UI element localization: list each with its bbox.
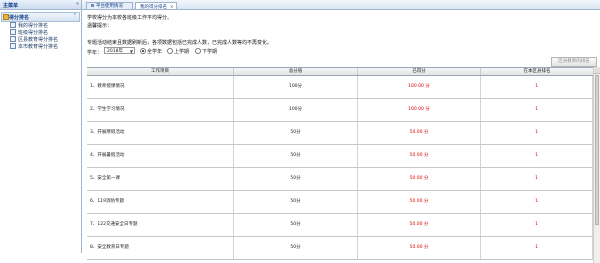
column-header-got[interactable]: 已得分 [358, 68, 481, 75]
cell-rank: 1 [481, 237, 593, 259]
radio-unchecked-icon [167, 48, 173, 54]
cell-rank: 1 [481, 99, 593, 121]
table-row[interactable]: 6、119消防专题 50分 50.00 分 1 [87, 191, 593, 214]
cell-total: 50分 [234, 237, 358, 259]
cell-got: 50.00 分 [358, 214, 481, 236]
main-menu-header: 主菜单 « [0, 0, 81, 10]
table-row[interactable]: 8、安全教育日专题 50分 50.00 分 1 [87, 237, 593, 260]
sidebar-item-city-ranking[interactable]: 本市教育得分排名 [4, 43, 58, 50]
section-toggle-icon[interactable]: ⌃ [73, 13, 77, 19]
close-icon[interactable]: ✕ [170, 4, 173, 9]
column-header-rank[interactable]: 在本区县排名 [481, 68, 593, 75]
cell-item: 7、122交通安全日专题 [87, 214, 234, 236]
cell-rank: 1 [481, 76, 593, 98]
cell-got: 50.00 分 [358, 122, 481, 144]
tab-bar: 平台使用情况 我的得分排名 ✕ [82, 0, 600, 10]
cell-total: 100分 [234, 76, 358, 98]
score-table: 工作项目 总分值 已得分 在本区县排名 1、教师授课情况 100分 100.00… [87, 67, 593, 260]
sidebar-item-class-ranking[interactable]: 班级得分排名 [4, 29, 58, 36]
table-row[interactable]: 2、学生学习情况 100分 100.00 分 1 [87, 99, 593, 122]
cell-rank: 1 [481, 145, 593, 167]
table-row[interactable]: 3、开展寒假活动 50分 50.00 分 1 [87, 122, 593, 145]
left-panel: 主菜单 « 得分排名 ⌃ 我的得分排名 班级得分排名 区县教育得分排名 本市教育… [0, 0, 82, 253]
tab-label: 平台使用情况 [96, 4, 123, 9]
scroll-up-icon[interactable] [594, 67, 600, 74]
radio-label: 上学期 [174, 49, 190, 55]
sidebar-item-label: 本市教育得分排名 [18, 44, 59, 50]
tab-platform-usage[interactable]: 平台使用情况 [86, 2, 133, 9]
term-label: 学年： [87, 50, 103, 56]
main-content: 学校得分为本校各班级工作平均得分。 温馨提示： 专题活动结束且数据刷新后，各项数… [82, 10, 600, 263]
home-icon [91, 4, 94, 7]
scroll-thumb[interactable] [595, 75, 599, 225]
sidebar-item-district-ranking[interactable]: 区县教育得分排名 [4, 36, 58, 43]
cell-total: 100分 [234, 99, 358, 121]
term-select[interactable]: 2018年 ▼ [104, 47, 135, 54]
collapse-panel-icon[interactable]: « [76, 1, 79, 7]
cell-item: 8、安全教育日专题 [87, 237, 234, 259]
cell-got: 50.00 分 [358, 237, 481, 259]
page-icon [10, 43, 16, 49]
cell-got: 50.00 分 [358, 191, 481, 213]
table-row[interactable]: 7、122交通安全日专题 50分 50.00 分 1 [87, 214, 593, 237]
cell-got: 50.00 分 [358, 145, 481, 167]
chevron-down-icon: ▼ [129, 49, 133, 54]
cell-item: 5、安全第一课 [87, 168, 234, 190]
cell-item: 2、学生学习情况 [87, 99, 234, 121]
vertical-scrollbar[interactable] [593, 67, 600, 263]
table-row[interactable]: 4、开展暑假活动 50分 50.00 分 1 [87, 145, 593, 168]
radio-label: 全学年 [147, 49, 163, 55]
intro-text: 学校得分为本校各班级工作平均得分。 [87, 15, 173, 21]
section-ranking-title: 得分排名 [9, 15, 30, 21]
sidebar-item-my-ranking[interactable]: 我的得分排名 [4, 22, 58, 29]
cell-rank: 1 [481, 191, 593, 213]
cell-got: 100.00 分 [358, 76, 481, 98]
cell-total: 50分 [234, 168, 358, 190]
cell-item: 1、教师授课情况 [87, 76, 234, 98]
cell-got: 100.00 分 [358, 99, 481, 121]
radio-second-term[interactable]: 下学期 [195, 48, 217, 55]
radio-unchecked-icon [195, 48, 201, 54]
cell-rank: 1 [481, 122, 593, 144]
table-row[interactable]: 5、安全第一课 50分 50.00 分 1 [87, 168, 593, 191]
section-ranking-header[interactable]: 得分排名 ⌃ [1, 12, 80, 22]
notice-title: 温馨提示： [87, 23, 113, 29]
column-header-item[interactable]: 工作项目 [87, 68, 234, 75]
cell-rank: 1 [481, 214, 593, 236]
radio-checked-icon [140, 48, 146, 54]
radio-label: 下学期 [202, 49, 218, 55]
cell-total: 50分 [234, 145, 358, 167]
column-header-total[interactable]: 总分值 [234, 68, 358, 75]
cell-got: 50.00 分 [358, 168, 481, 190]
cell-total: 50分 [234, 214, 358, 236]
cell-total: 50分 [234, 122, 358, 144]
table-row[interactable]: 1、教师授课情况 100分 100.00 分 1 [87, 76, 593, 99]
page-icon [10, 36, 16, 42]
radio-first-term[interactable]: 上学期 [167, 48, 189, 55]
page-icon [10, 29, 16, 35]
district-teacher-ranking-button[interactable]: 区县教师的排名 [551, 57, 597, 67]
table-header: 工作项目 总分值 已得分 在本区县排名 [87, 68, 593, 76]
cell-item: 3、开展寒假活动 [87, 122, 234, 144]
sidebar-tree: 我的得分排名 班级得分排名 区县教育得分排名 本市教育得分排名 [4, 22, 58, 50]
term-select-value: 2018年 [107, 49, 123, 54]
page-icon [10, 22, 16, 28]
tab-my-ranking[interactable]: 我的得分排名 ✕ [135, 2, 177, 10]
cell-item: 6、119消防专题 [87, 191, 234, 213]
cell-rank: 1 [481, 168, 593, 190]
cell-total: 50分 [234, 191, 358, 213]
cell-item: 4、开展暑假活动 [87, 145, 234, 167]
radio-full-year[interactable]: 全学年 [140, 48, 162, 55]
notice-text: 专题活动结束且数据刷新后，各项数据包括已完成人数，已完成人数等均不再变化。 [87, 40, 273, 46]
main-menu-title: 主菜单 [3, 3, 19, 9]
